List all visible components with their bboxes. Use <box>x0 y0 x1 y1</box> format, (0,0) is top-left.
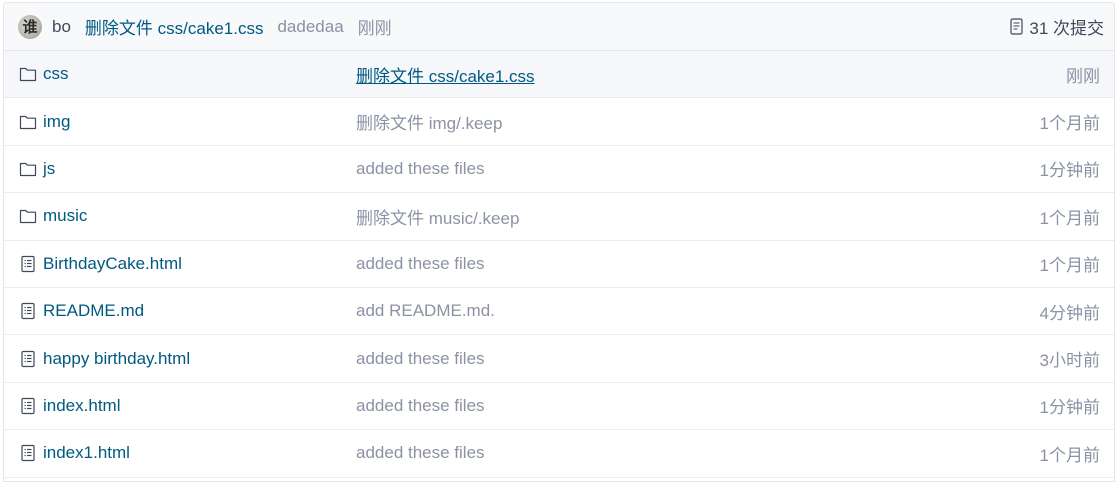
file-row[interactable]: js added these files 1分钟前 <box>4 146 1114 194</box>
file-row[interactable]: music 删除文件 music/.keep 1个月前 <box>4 193 1114 241</box>
latest-commit-bar: 谁 bo 删除文件 css/cake1.css dadedaa 刚刚 31 次提… <box>4 3 1114 51</box>
commit-author[interactable]: bo <box>52 17 71 37</box>
file-commit-message-link[interactable]: 删除文件 img/.keep <box>356 109 502 134</box>
commit-count-label: 31 次提交 <box>1029 19 1104 38</box>
file-commit-message-link[interactable]: added these files <box>356 349 485 369</box>
file-row[interactable]: happy birthday.html added these files 3小时前 <box>4 335 1114 383</box>
file-name-link[interactable]: index.html <box>43 396 120 416</box>
folder-icon <box>19 207 37 225</box>
file-commit-message-link[interactable]: 删除文件 css/cake1.css <box>356 62 535 87</box>
file-icon <box>19 397 37 415</box>
file-commit-message-link[interactable]: add README.md. <box>356 301 495 321</box>
folder-name-link[interactable]: css <box>43 64 69 84</box>
folder-icon <box>19 113 37 131</box>
latest-commit-message-link[interactable]: 删除文件 css/cake1.css <box>85 14 264 39</box>
file-name-link[interactable]: BirthdayCake.html <box>43 254 182 274</box>
file-commit-time: 1分钟前 <box>1039 161 1100 181</box>
file-name-link[interactable]: README.md <box>43 301 144 321</box>
file-commit-time: 1个月前 <box>1039 208 1100 228</box>
folder-name-link[interactable]: img <box>43 112 70 132</box>
file-row[interactable]: css 删除文件 css/cake1.css 刚刚 <box>4 51 1114 99</box>
file-commit-time: 1个月前 <box>1039 256 1100 276</box>
file-commit-time: 1个月前 <box>1039 114 1100 134</box>
file-commit-message-link[interactable]: added these files <box>356 396 485 416</box>
repo-file-browser: 谁 bo 删除文件 css/cake1.css dadedaa 刚刚 31 次提… <box>3 2 1115 482</box>
file-icon <box>19 255 37 273</box>
file-icon <box>19 444 37 462</box>
file-list: css 删除文件 css/cake1.css 刚刚 img 删除文件 img/.keep… <box>4 51 1114 478</box>
folder-name-link[interactable]: music <box>43 206 87 226</box>
commit-history-icon <box>1010 18 1023 35</box>
file-icon <box>19 350 37 368</box>
file-commit-time: 4分钟前 <box>1039 303 1100 323</box>
file-row[interactable]: index1.html added these files 1个月前 <box>4 430 1114 478</box>
commit-committer[interactable]: dadedaa <box>277 17 343 37</box>
file-row[interactable]: index.html added these files 1分钟前 <box>4 383 1114 431</box>
file-commit-message-link[interactable]: added these files <box>356 254 485 274</box>
file-name-link[interactable]: happy birthday.html <box>43 349 190 369</box>
author-avatar[interactable]: 谁 <box>18 14 42 39</box>
file-row[interactable]: BirthdayCake.html added these files 1个月前 <box>4 241 1114 288</box>
file-name-link[interactable]: index1.html <box>43 443 130 463</box>
file-commit-time: 1分钟前 <box>1039 398 1100 418</box>
file-commit-time: 刚刚 <box>1066 66 1100 86</box>
file-commit-message-link[interactable]: 删除文件 music/.keep <box>356 204 519 229</box>
file-icon <box>19 302 37 320</box>
file-commit-time: 3小时前 <box>1039 351 1100 371</box>
file-commit-message-link[interactable]: added these files <box>356 443 485 463</box>
file-row[interactable]: README.md add README.md. 4分钟前 <box>4 288 1114 336</box>
folder-name-link[interactable]: js <box>43 159 55 179</box>
file-row[interactable]: img 删除文件 img/.keep 1个月前 <box>4 98 1114 146</box>
file-commit-message-link[interactable]: added these files <box>356 159 485 179</box>
avatar-glyph: 谁 <box>22 17 38 36</box>
commit-count-link[interactable]: 31 次提交 <box>1010 14 1104 39</box>
folder-icon <box>19 65 37 83</box>
file-commit-time: 1个月前 <box>1039 445 1100 465</box>
commit-time: 刚刚 <box>357 19 392 38</box>
folder-icon <box>19 160 37 178</box>
